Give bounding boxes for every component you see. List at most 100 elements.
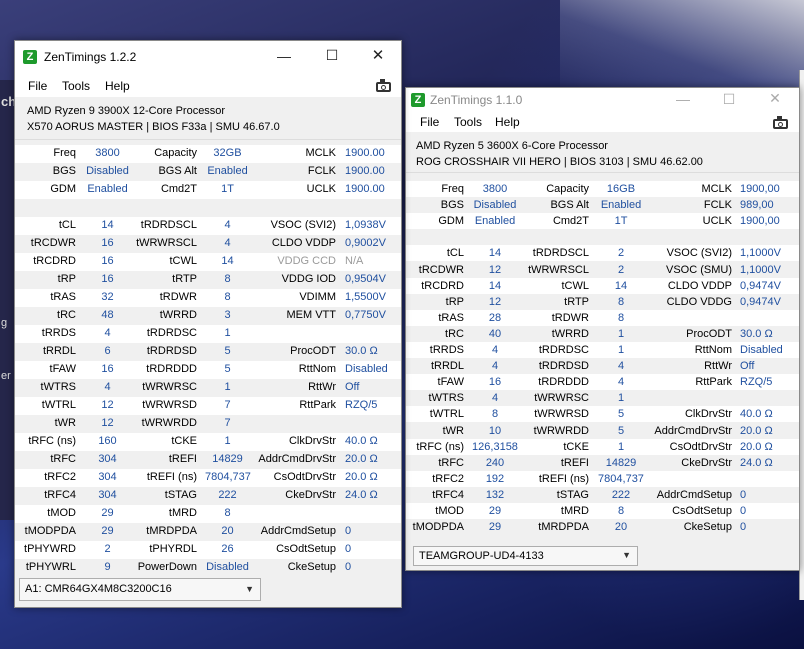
timing-label: GDM	[438, 215, 464, 228]
timing-label: MCLK	[305, 147, 336, 159]
timing-label: CsOdtDrvStr	[273, 471, 336, 483]
minimize-icon[interactable]: —	[261, 48, 307, 64]
timing-value: RZQ/5	[740, 376, 773, 389]
timing-value: 1900,00	[740, 215, 780, 228]
timing-label: FCLK	[307, 165, 336, 177]
timing-label: tRFC2	[44, 471, 76, 483]
timing-value: 7	[224, 417, 231, 429]
dimm-selector[interactable]: TEAMGROUP-UD4-4133 ▼	[413, 546, 638, 566]
timing-label: tWR	[442, 424, 464, 437]
menu-tools[interactable]: Tools	[454, 115, 482, 129]
title-bar[interactable]: Z ZenTimings 1.2.2 — ☐ ✕	[15, 41, 401, 73]
menu-file[interactable]: File	[420, 115, 439, 129]
cpu-name: AMD Ryzen 9 3900X 12-Core Processor	[27, 105, 226, 117]
camera-icon[interactable]	[376, 79, 391, 92]
dimm-selector-value: TEAMGROUP-UD4-4133	[419, 550, 544, 562]
timing-label: GDM	[50, 183, 76, 195]
menu-help[interactable]: Help	[495, 115, 520, 129]
motherboard-info: X570 AORUS MASTER | BIOS F33a | SMU 46.6…	[27, 121, 280, 133]
zentimings-window-secondary[interactable]: Z ZenTimings 1.1.0 — ☐ ✕ File Tools Help…	[405, 87, 800, 571]
timing-label: RttWr	[308, 381, 336, 393]
timing-label: BGS	[440, 199, 464, 212]
timing-label: tRFC	[438, 456, 464, 469]
timing-value: 1900.00	[345, 165, 385, 177]
timing-label: tPHYWRL	[25, 561, 76, 573]
menu-help[interactable]: Help	[105, 79, 130, 93]
timing-label: tREFI (ns)	[146, 471, 197, 483]
timing-label: ClkDrvStr	[288, 435, 336, 447]
timing-label: Capacity	[154, 147, 197, 159]
timing-label: RttWr	[704, 360, 732, 373]
zentimings-window-primary[interactable]: Z ZenTimings 1.2.2 — ☐ ✕ File Tools Help…	[14, 40, 402, 608]
timing-label: tWTRL	[429, 408, 464, 421]
menu-file[interactable]: File	[28, 79, 47, 93]
menu-tools[interactable]: Tools	[62, 79, 90, 93]
timing-label: FCLK	[703, 199, 732, 212]
title-bar[interactable]: Z ZenTimings 1.1.0 — ☐ ✕	[406, 88, 799, 112]
timing-label: tRCDRD	[421, 279, 464, 292]
timing-label: RttNom	[298, 363, 336, 375]
timing-label: tRCDWR	[30, 237, 76, 249]
timing-label: tMOD	[435, 505, 464, 517]
timing-label: VDDG CCD	[277, 255, 336, 267]
timing-label: VSOC (SMU)	[666, 263, 732, 276]
timing-value: 1900.00	[345, 147, 385, 159]
zentimings-app-icon: Z	[23, 50, 37, 64]
camera-icon[interactable]	[773, 116, 788, 129]
timing-label: UCLK	[306, 183, 336, 195]
timing-label: tREFI	[168, 453, 197, 465]
timing-value: 30.0 Ω	[345, 345, 378, 357]
timing-label: tRCDWR	[418, 263, 464, 276]
timing-label: tRCDRD	[33, 255, 76, 267]
timing-value: 0	[345, 543, 352, 555]
timing-label: Cmd2T	[160, 183, 197, 195]
window-title: ZenTimings 1.2.2	[44, 50, 137, 64]
timing-value: Disabled	[345, 363, 388, 375]
timing-value: 0,9002V	[345, 237, 386, 249]
timing-label: tMRDPDA	[146, 525, 197, 537]
timing-value: N/A	[345, 255, 364, 267]
timing-label: tRAS	[438, 311, 464, 324]
dimm-selector[interactable]: A1: CMR64GX4M8C3200C16 ▼	[19, 578, 261, 601]
close-icon[interactable]: ✕	[355, 46, 401, 64]
timing-label: VDIMM	[299, 291, 336, 303]
timing-value: 0	[740, 521, 747, 534]
minimize-icon[interactable]: —	[660, 91, 706, 107]
timing-label: tWRRD	[159, 309, 197, 321]
cpu-name: AMD Ryzen 5 3600X 6-Core Processor	[416, 140, 608, 152]
window-title: ZenTimings 1.1.0	[430, 93, 523, 107]
timing-value: 1,1000V	[740, 263, 781, 276]
timing-label: tCKE	[563, 440, 589, 453]
timing-label: CkeSetup	[287, 561, 336, 573]
timing-label: tCWL	[169, 255, 198, 267]
timing-label: tFAW	[49, 363, 76, 375]
timing-label: MCLK	[701, 183, 732, 195]
close-icon[interactable]: ✕	[752, 90, 798, 107]
timing-label: MEM VTT	[286, 309, 337, 321]
maximize-icon[interactable]: ☐	[309, 47, 355, 64]
timing-label: tWTRS	[40, 381, 76, 393]
timing-label: tFAW	[437, 376, 464, 389]
maximize-icon[interactable]: ☐	[706, 91, 752, 108]
timing-value: 0	[740, 488, 747, 501]
timing-label: tCL	[446, 247, 464, 260]
timing-value: 1,5500V	[345, 291, 386, 303]
timing-value: 24.0 Ω	[345, 489, 378, 501]
system-info: AMD Ryzen 5 3600X 6-Core Processor ROG C…	[406, 132, 799, 173]
timing-label: tRC	[57, 309, 76, 321]
timing-value: RZQ/5	[345, 399, 378, 411]
timing-label: tRTP	[172, 273, 197, 285]
timing-label: tRDWR	[551, 311, 589, 324]
timing-value: 20.0 Ω	[345, 471, 378, 483]
timing-label: CkeSetup	[683, 521, 732, 534]
zentimings-app-icon: Z	[411, 93, 425, 107]
timing-value: 1	[617, 392, 625, 405]
timing-value: 8	[617, 311, 625, 324]
timing-label: tCL	[58, 219, 76, 231]
timing-label: tREFI (ns)	[538, 472, 589, 485]
timing-label: tRFC	[50, 453, 76, 465]
timing-value: 0,9504V	[345, 273, 386, 285]
background-text-fragment: er	[1, 370, 11, 382]
timing-label: tMODPDA	[24, 525, 76, 537]
timing-label: tWRWRSD	[534, 408, 589, 421]
